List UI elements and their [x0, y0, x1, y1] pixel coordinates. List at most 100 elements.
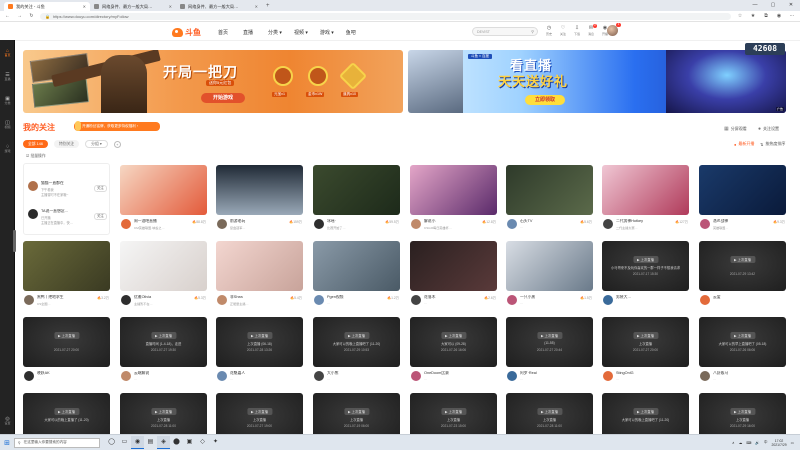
avatar[interactable] — [217, 295, 227, 305]
browser-tab-1[interactable]: 网络身件、最方一般大局… ✕ — [90, 2, 176, 11]
streamer-name[interactable]: 云爱 — [713, 295, 771, 300]
stream-card[interactable]: ▶ 上次直播 直播时间 (1-4-18)，走进 2021-07-27 19:30 云端… — [120, 317, 207, 389]
avatar[interactable] — [411, 295, 421, 305]
sidebar-item-4[interactable]: ♢ 游戏 — [0, 144, 15, 153]
taskbar-app-icon[interactable]: ▭ — [118, 436, 131, 449]
cloud-icon[interactable]: ☁ — [739, 441, 743, 445]
follow-button[interactable]: 关注 — [94, 213, 107, 220]
list-item[interactable]: 猫猫一直都在 下午看我 主播暂时不在家哦~ 关注 — [28, 178, 108, 204]
streamer-name[interactable]: 八卦贩马 — [713, 371, 771, 376]
stream-card[interactable]: 前游老玩 复盘冠军… 🔥159万 — [216, 165, 303, 237]
stream-card[interactable]: 周一酒吧直播 CM英雄联盟·峡谷之… 🔥88.8万 — [120, 165, 207, 237]
sidebar-item-1[interactable]: ☰ 直播 — [0, 72, 15, 81]
stream-card[interactable]: ▶ 上次直播 上次直播 2021-07-27 19:00 — [216, 393, 303, 443]
filter-all[interactable]: 全部 146 — [23, 140, 48, 148]
side-counter-widget[interactable]: 42608 — [745, 43, 785, 55]
stream-thumbnail[interactable] — [23, 241, 110, 291]
stream-card[interactable]: 花落木… 🔥2.6万 — [410, 241, 497, 313]
stream-thumbnail[interactable]: ▶ 上次直播 2021-07-27 20:00 — [23, 317, 110, 367]
search-box[interactable]: DEVIST ⚲ — [472, 27, 538, 36]
filter-special[interactable]: 特别关注 — [53, 140, 80, 148]
stream-card[interactable]: ▶ 上次直播 2021-07-29 13:42 云爱 — [699, 241, 786, 313]
stream-thumbnail[interactable] — [120, 241, 207, 291]
close-tab-icon[interactable]: ✕ — [83, 4, 86, 9]
avatar[interactable] — [217, 219, 227, 229]
taskbar-app-icon[interactable]: ◉ — [131, 436, 144, 449]
sidebar-item-3[interactable]: ◫ 视频 — [0, 120, 15, 129]
streamer-name[interactable]: 石头TV — [520, 219, 578, 224]
stream-card[interactable]: ▶ 上次直播 大家可以 (09-28) 2021-07-26 16:06 OneDoo… — [410, 317, 497, 389]
avatar[interactable] — [603, 371, 613, 381]
taskbar-app-icon[interactable]: ◇ — [196, 436, 209, 449]
search-input[interactable]: DEVIST — [477, 30, 490, 34]
group-dropdown[interactable]: 分组 ▾ — [85, 140, 108, 148]
streamer-name[interactable]: OneDoom比赛 — [424, 371, 482, 376]
taskbar-search[interactable]: ⚲ 在这里输入你要搜索的内容 — [14, 437, 100, 448]
stream-card[interactable]: ▶ 上次直播 大家可以的晚上直播了 (11-20) — [23, 393, 110, 443]
avatar[interactable] — [507, 219, 517, 229]
keyboard-icon[interactable]: ⌨ — [746, 441, 751, 445]
avatar[interactable] — [121, 295, 131, 305]
streamer-name[interactable]: 二代男神Hotkey — [616, 219, 674, 224]
streamer-name[interactable]: 男装大… — [616, 295, 674, 300]
close-tab-icon[interactable]: ✕ — [255, 4, 258, 9]
ime-icon[interactable]: 中 — [764, 440, 768, 445]
stream-thumbnail[interactable]: ▶ 上次直播 上次直播 (06-18) 2021-07-28 13:26 — [216, 317, 303, 367]
gift-promo-banner[interactable]: 斗鱼 × 百度 看直播 天天送好礼 立即领取 ● LIVE 广告 — [408, 50, 786, 113]
claim-now-button[interactable]: 立即领取 — [525, 95, 565, 105]
collections-icon[interactable]: ⧉ — [762, 13, 770, 19]
sort-latest-live[interactable]: ● 最新开播 — [734, 141, 754, 147]
sidebar-item-5[interactable]: ◎ 设置 — [0, 416, 15, 425]
streamer-name[interactable]: 大小熊 — [327, 371, 385, 376]
streamer-name[interactable]: 一只小黑 — [520, 295, 578, 300]
streamer-name[interactable]: 阿罗·Real — [520, 371, 578, 376]
stream-card[interactable]: 洛炎战神 英雄联盟… 🔥9.3万 — [699, 165, 786, 237]
maximize-button[interactable]: ▢ — [764, 0, 782, 11]
stream-thumbnail[interactable]: ▶ 上次直播 (11-55) 2021-07-27 20:44 — [506, 317, 593, 367]
url-field[interactable]: 🔒 https://www.douyu.com/directory/myFoll… — [40, 12, 731, 20]
sidebar-item-2[interactable]: ▣ 分类 — [0, 96, 15, 105]
stream-card[interactable]: ▶ 上次直播 上次直播 2021-07-28 11:00 — [120, 393, 207, 443]
avatar[interactable] — [314, 295, 324, 305]
taskbar-app-icon[interactable]: ◯ — [105, 436, 118, 449]
follow-settings-link[interactable]: ● 关注设置 — [758, 126, 779, 132]
bookmark-star-icon[interactable]: ☆ — [736, 13, 744, 19]
stream-thumbnail[interactable] — [410, 241, 497, 291]
douyu-logo[interactable]: 斗鱼 — [172, 27, 201, 38]
stream-card[interactable]: ▶ 上次直播 上次直播 (06-18) 2021-07-28 13:26 花魁嘉人… — [216, 317, 303, 389]
search-icon[interactable]: ⚲ — [531, 29, 534, 34]
streamer-name[interactable]: 洛炎战神 — [713, 219, 771, 224]
stream-thumbnail[interactable]: ▶ 上次直播 直播时间 (1-4-18)，走进 2021-07-27 19:30 — [120, 317, 207, 367]
stream-card[interactable]: ▶ 上次直播 2021-07-27 20:00 晓妖AK… — [23, 317, 110, 389]
streamer-name[interactable]: 晓妖AK — [37, 371, 95, 376]
stream-card[interactable]: 一只小黑… 🔥1.5万 — [506, 241, 593, 313]
nav-video[interactable]: 视频 ▾ — [294, 29, 308, 36]
add-group-button[interactable]: + — [113, 140, 121, 148]
more-menu-icon[interactable]: ⋯ — [788, 13, 796, 19]
stream-card[interactable]: 优雅Olivia 主播暂不在… 🔥5.3万 — [120, 241, 207, 313]
stream-card[interactable]: ▶ 上次直播 大家可以的早上直播吧了 (05-18) 2021-07-26 06:0… — [699, 317, 786, 389]
close-tab-icon[interactable]: ✕ — [169, 4, 172, 9]
system-clock[interactable]: 17:02 2021/7/29 — [772, 439, 787, 447]
fan-badge-promo[interactable]: 开通粉丝铭牌，获取更多特权福利 › — [74, 121, 160, 131]
nav-category[interactable]: 分类 ▾ — [268, 29, 282, 36]
avatar[interactable] — [700, 371, 710, 381]
stream-card[interactable]: ▶ 上次直播 上次直播 2021-07-28 11:00 — [506, 393, 593, 443]
nav-live[interactable]: 直播 — [243, 29, 253, 36]
stream-card[interactable]: 解说小 CSGO每日英雄杯… 🔥12.8万 — [410, 165, 497, 237]
avatar[interactable] — [314, 219, 324, 229]
forward-icon[interactable]: → — [16, 13, 23, 19]
stream-card[interactable]: Pgen视频… 🔥1.2万 — [313, 241, 400, 313]
stream-thumbnail[interactable] — [506, 241, 593, 291]
stream-thumbnail[interactable]: ▶ 上次直播 2021-07-29 13:42 — [699, 241, 786, 291]
profile-icon[interactable]: ◉ — [775, 13, 783, 19]
streamer-name[interactable]: 周一酒吧直播 — [134, 219, 192, 224]
avatar[interactable] — [700, 295, 710, 305]
stream-card[interactable]: 石头TV… 🔥5.6万 — [506, 165, 593, 237]
streamer-name[interactable]: StingOnlG — [616, 371, 674, 375]
stream-card[interactable]: ▶ 上次直播 小马哥来不及玩你喜欢的一群一样子不想我请求 2021-07-17 15… — [602, 241, 689, 313]
taskbar-app-icon[interactable]: ▣ — [183, 436, 196, 449]
taskbar-app-icon[interactable]: ◈ — [157, 436, 170, 449]
stream-thumbnail[interactable]: ▶ 上次直播 小马哥来不及玩你喜欢的一群一样子不想我请求 2021-07-17 15… — [602, 241, 689, 291]
stream-thumbnail[interactable] — [410, 165, 497, 215]
